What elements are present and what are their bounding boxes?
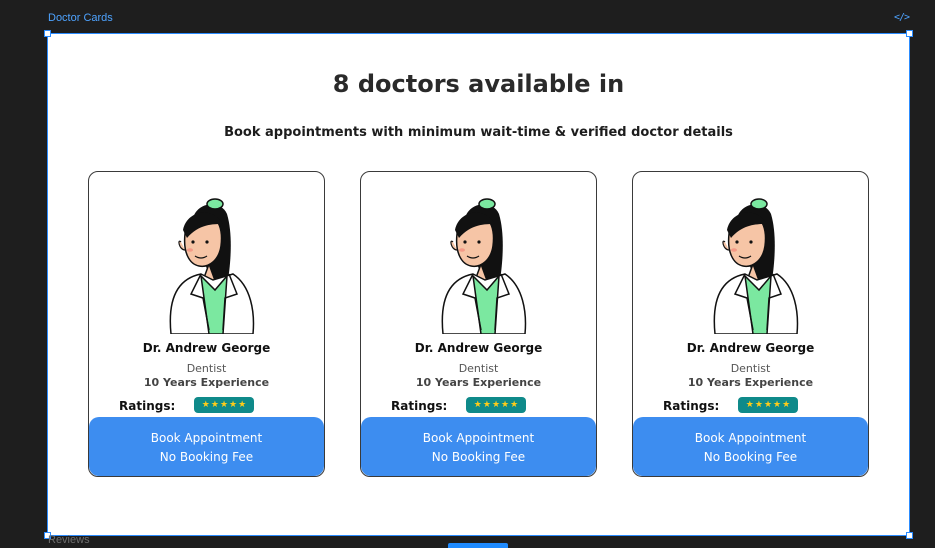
book-button-label: Book Appointment: [422, 431, 535, 445]
star-icon: ★: [238, 399, 247, 410]
doctor-experience: 10 Years Experience: [687, 376, 814, 389]
page-title: 8 doctors available in: [332, 70, 625, 98]
page-subtitle: Book appointments with minimum wait-time…: [224, 125, 733, 140]
doctor-card: Dr. Andrew George Dentist 10 Years Exper…: [360, 171, 597, 477]
ratings-label: Ratings:: [119, 399, 176, 413]
frame-label[interactable]: Doctor Cards: [48, 12, 113, 24]
doctor-name: Dr. Andrew George: [142, 341, 271, 355]
rating-badge: ★ ★ ★ ★ ★: [466, 397, 526, 413]
selection-chip: [448, 543, 508, 548]
book-appointment-button[interactable]: Book Appointment No Booking Fee: [361, 417, 596, 476]
reviews-frame-label[interactable]: Reviews: [48, 534, 90, 546]
doctor-experience: 10 Years Experience: [415, 376, 542, 389]
doctor-name: Dr. Andrew George: [686, 341, 815, 355]
star-icon: ★: [229, 399, 238, 410]
star-icon: ★: [510, 399, 519, 410]
book-button-label: Book Appointment: [150, 431, 263, 445]
star-icon: ★: [219, 399, 229, 410]
book-appointment-button[interactable]: Book Appointment No Booking Fee: [633, 417, 868, 476]
doctor-cards-frame[interactable]: 8 doctors available in Book appointments…: [44, 30, 913, 539]
rating-badge: ★ ★ ★ ★ ★: [194, 397, 254, 413]
doctor-specialty: Dentist: [458, 362, 499, 375]
star-icon: ★: [782, 399, 791, 410]
doctor-experience: 10 Years Experience: [143, 376, 270, 389]
star-icon: ★: [491, 399, 501, 410]
star-icon: ★: [473, 399, 482, 410]
star-icon: ★: [210, 399, 219, 410]
doctor-illustration: [713, 198, 799, 334]
ratings-label: Ratings:: [663, 399, 720, 413]
resize-handle-bottom-right[interactable]: [906, 532, 913, 539]
booking-fee-label: No Booking Fee: [159, 450, 254, 464]
star-icon: ★: [754, 399, 763, 410]
book-button-label: Book Appointment: [694, 431, 807, 445]
doctor-name: Dr. Andrew George: [414, 341, 543, 355]
star-icon: ★: [773, 399, 782, 410]
ratings-label: Ratings:: [391, 399, 448, 413]
rating-badge: ★ ★ ★ ★ ★: [738, 397, 798, 413]
code-icon[interactable]: </>: [894, 12, 910, 23]
star-icon: ★: [501, 399, 510, 410]
doctor-specialty: Dentist: [730, 362, 771, 375]
resize-handle-top-right[interactable]: [906, 30, 913, 37]
booking-fee-label: No Booking Fee: [703, 450, 798, 464]
doctor-illustration: [441, 198, 527, 334]
doctor-card: Dr. Andrew George Dentist 10 Years Exper…: [88, 171, 325, 477]
doctor-illustration: [169, 198, 255, 334]
resize-handle-top-left[interactable]: [44, 30, 51, 37]
star-icon: ★: [201, 399, 210, 410]
book-appointment-button[interactable]: Book Appointment No Booking Fee: [89, 417, 324, 476]
doctor-card: Dr. Andrew George Dentist 10 Years Exper…: [632, 171, 869, 477]
booking-fee-label: No Booking Fee: [431, 450, 526, 464]
star-icon: ★: [482, 399, 491, 410]
star-icon: ★: [745, 399, 754, 410]
star-icon: ★: [763, 399, 773, 410]
doctor-specialty: Dentist: [186, 362, 227, 375]
